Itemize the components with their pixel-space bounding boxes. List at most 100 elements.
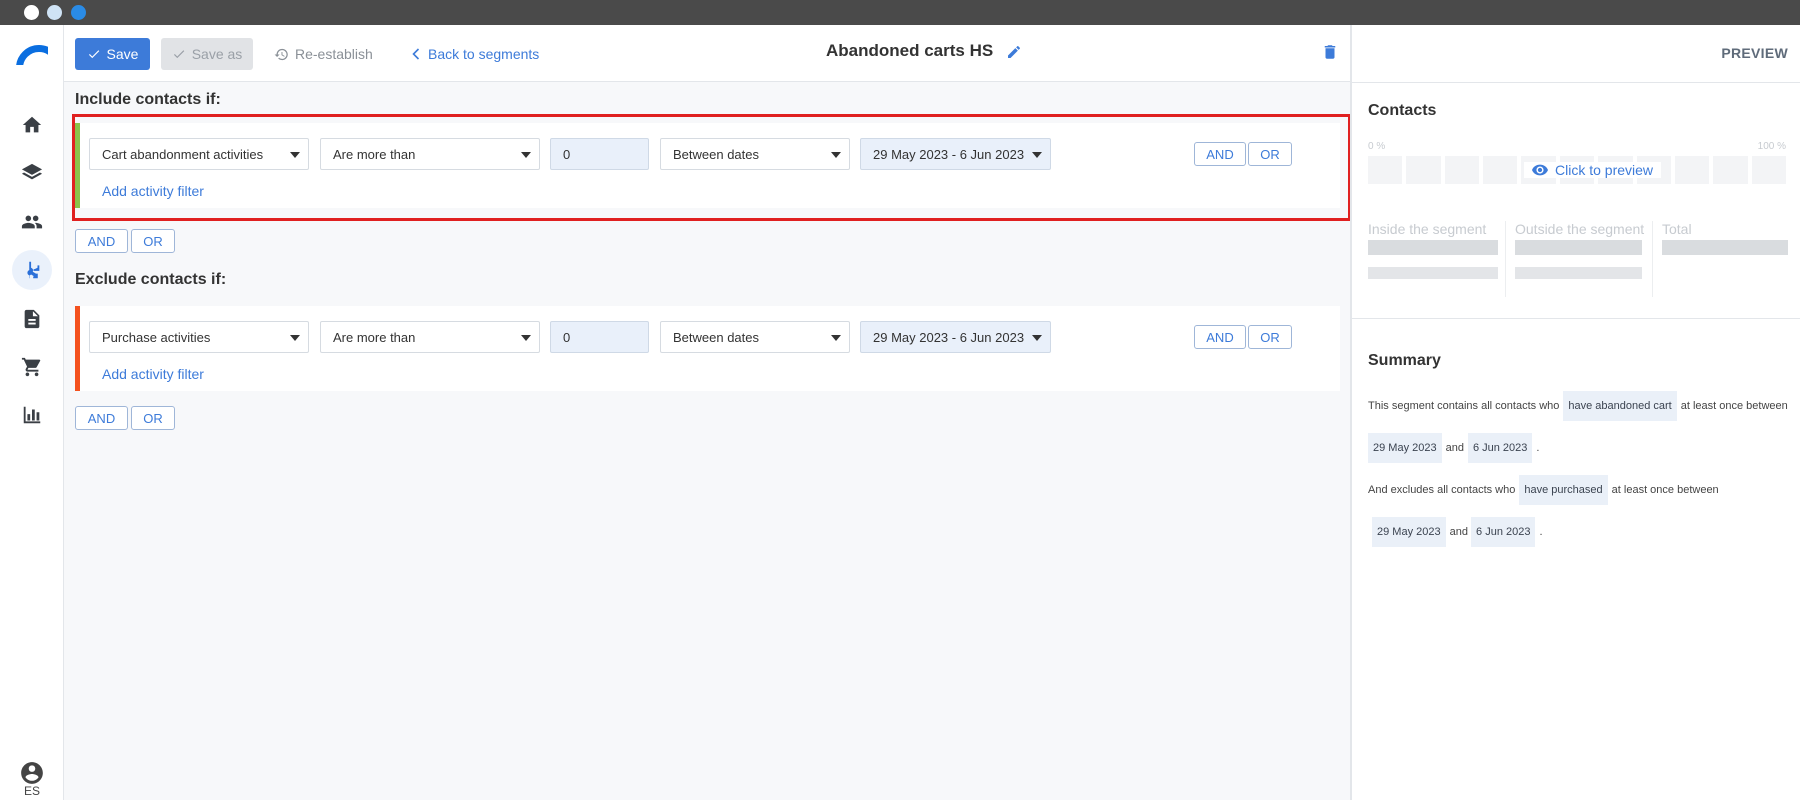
exclude-date-range-value: 29 May 2023 - 6 Jun 2023 [873,329,1025,345]
layers-icon[interactable] [12,153,52,193]
chevron-down-icon [1032,335,1042,341]
cart-icon[interactable] [12,347,52,387]
chevron-left-icon [412,48,420,60]
re-establish-button[interactable]: Re-establish [274,38,373,70]
history-icon [274,48,288,60]
summary-text: This segment contains all contacts who ha… [1368,385,1790,553]
save-as-button-label: Save as [191,46,243,62]
check-icon [173,50,184,59]
summary-chip: have abandoned cart [1563,391,1677,421]
include-join-or-button[interactable]: OR [131,229,175,253]
include-color-bar [75,123,80,208]
user-account-icon[interactable] [19,760,45,786]
divider [1352,82,1800,83]
total-stat: Total [1662,221,1792,255]
summary-chip: 29 May 2023 [1368,433,1442,463]
total-label: Total [1662,221,1692,237]
re-establish-label: Re-establish [295,46,373,62]
language-code[interactable]: ES [0,784,64,798]
inside-segment-label: Inside the segment [1368,221,1487,237]
chevron-down-icon [831,335,841,341]
trash-icon[interactable] [1321,42,1339,62]
exclude-activity-select[interactable]: Purchase activities [89,321,309,353]
outside-segment-label: Outside the segment [1515,221,1645,237]
preview-label: PREVIEW [1721,45,1788,61]
contacts-heading: Contacts [1368,102,1437,119]
exclude-and-button[interactable]: AND [1194,325,1246,349]
preview-panel: PREVIEW Contacts 0 % 100 % Click to prev… [1350,25,1800,800]
include-date-mode-select[interactable]: Between dates [660,138,850,170]
include-date-mode-value: Between dates [673,146,760,162]
document-icon[interactable] [12,299,52,339]
summary-chip: 6 Jun 2023 [1467,433,1533,463]
include-activity-select[interactable]: Cart abandonment activities [89,138,309,170]
pencil-icon[interactable] [1006,44,1022,60]
summary-chip: 6 Jun 2023 [1471,517,1536,547]
include-count-input[interactable]: 0 [550,138,649,170]
exclude-add-activity-filter-link[interactable]: Add activity filter [102,366,204,382]
exclude-date-mode-value: Between dates [673,329,760,345]
eye-icon [1532,164,1548,176]
chevron-down-icon [290,335,300,341]
exclude-date-mode-select[interactable]: Between dates [660,321,850,353]
chart-icon[interactable] [12,395,52,435]
exclude-comparator-value: Are more than [333,329,416,345]
outside-segment-stat: Outside the segment [1515,221,1645,279]
exclude-join-or-button[interactable]: OR [131,406,175,430]
exclude-count-input[interactable]: 0 [550,321,649,353]
editor-toolbar: Save Save as Re-establish Back to segmen… [64,25,1350,82]
window-maximize-dot[interactable] [71,5,86,20]
save-as-button[interactable]: Save as [161,38,253,70]
exclude-count-value: 0 [563,329,571,345]
chevron-down-icon [1032,152,1042,158]
percent-max-label: 100 % [1757,141,1786,152]
exclude-comparator-select[interactable]: Are more than [320,321,540,353]
include-date-range-value: 29 May 2023 - 6 Jun 2023 [873,146,1025,162]
include-count-value: 0 [563,146,571,162]
exclude-join-and-button[interactable]: AND [75,406,128,430]
include-summary-sentence: This segment contains all contacts who ha… [1368,385,1790,469]
exclude-color-bar [75,306,80,391]
window-titlebar [0,0,1800,25]
exclude-heading: Exclude contacts if: [75,271,227,288]
include-comparator-select[interactable]: Are more than [320,138,540,170]
exclude-summary-sentence: And excludes all contacts who have purcha… [1368,469,1790,553]
home-icon[interactable] [12,105,52,145]
exclude-date-range-picker[interactable]: 29 May 2023 - 6 Jun 2023 [860,321,1051,353]
exclude-or-button[interactable]: OR [1248,325,1292,349]
summary-chip: have purchased [1519,475,1608,505]
include-and-button[interactable]: AND [1194,142,1246,166]
include-activity-value: Cart abandonment activities [102,146,264,162]
chevron-down-icon [521,152,531,158]
include-add-activity-filter-link[interactable]: Add activity filter [102,183,204,199]
people-icon[interactable] [12,202,52,242]
summary-text-part: . [1539,526,1543,538]
exclude-activity-value: Purchase activities [102,329,211,345]
include-or-button[interactable]: OR [1248,142,1292,166]
include-join-and-button[interactable]: AND [75,229,128,253]
include-heading: Include contacts if: [75,91,221,108]
click-to-preview-button[interactable]: Click to preview [1524,162,1662,178]
summary-text-part: And excludes all contacts who [1368,484,1516,496]
summary-text-part: and [1449,526,1468,538]
save-button-label: Save [106,46,139,62]
save-button[interactable]: Save [75,38,150,70]
window-close-dot[interactable] [24,5,39,20]
chevron-down-icon [521,335,531,341]
include-condition-block: Cart abandonment activities Are more tha… [75,123,1340,208]
summary-text-part: at least once between [1611,484,1719,496]
summary-text-part: and [1445,442,1464,454]
summary-chip: 29 May 2023 [1372,517,1446,547]
divider [1505,221,1506,297]
summary-heading: Summary [1368,352,1441,369]
segments-icon[interactable] [12,250,52,290]
back-to-segments-link[interactable]: Back to segments [412,38,539,70]
back-to-segments-label: Back to segments [428,46,540,62]
chevron-down-icon [831,152,841,158]
divider [1652,221,1653,297]
window-minimize-dot[interactable] [47,5,62,20]
include-date-range-picker[interactable]: 29 May 2023 - 6 Jun 2023 [860,138,1051,170]
click-to-preview-label: Click to preview [1555,162,1654,178]
brand-logo[interactable] [16,43,48,65]
left-navigation-rail: ES [0,25,64,800]
